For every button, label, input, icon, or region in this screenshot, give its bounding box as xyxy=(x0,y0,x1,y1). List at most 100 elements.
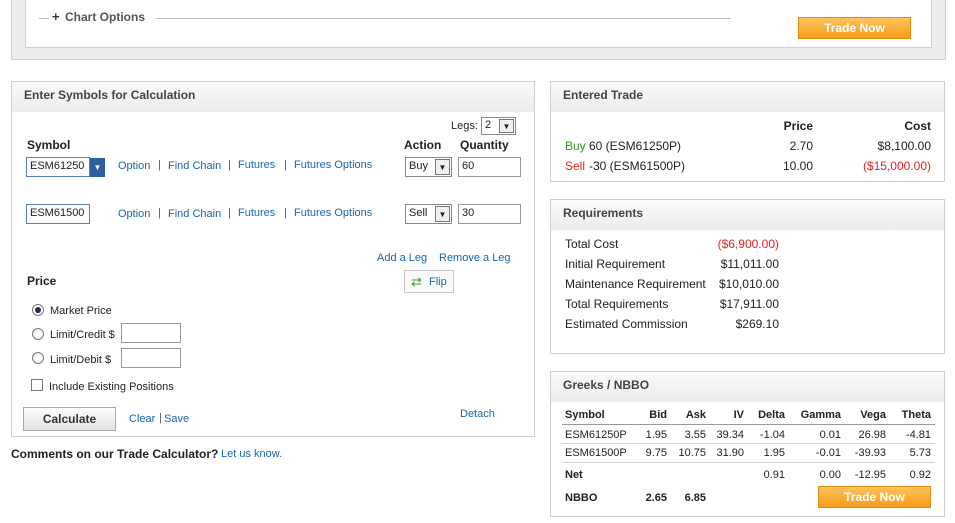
greeks-cell: 31.90 xyxy=(716,447,744,459)
legs-label: Legs: xyxy=(451,120,478,132)
futures-options-link-leg-2[interactable]: Futures Options xyxy=(294,207,372,219)
req-value-maintenance: $10,010.00 xyxy=(718,277,779,291)
comments-prompt: Comments on our Trade Calculator? xyxy=(11,447,219,461)
greeks-cell: 26.98 xyxy=(858,429,886,441)
quantity-input-leg-1[interactable]: 60 xyxy=(458,157,521,177)
action-col-header: Action xyxy=(404,138,442,152)
flip-button[interactable]: ⇄ Flip xyxy=(404,270,454,293)
symbol-input-leg-2[interactable]: ESM61500 xyxy=(26,204,90,224)
trade-cost-leg-1: $8,100.00 xyxy=(877,139,931,153)
chart-options-line-right xyxy=(156,18,731,19)
link-separator: | xyxy=(228,159,231,171)
symbol-lookup-dropdown-icon[interactable]: ▼ xyxy=(90,158,105,177)
greeks-panel: Greeks / NBBO Symbol Bid Ask IV Delta Ga… xyxy=(550,371,945,517)
calculation-panel: Enter Symbols for Calculation Legs: 2 ▼ … xyxy=(11,81,535,437)
add-leg-link[interactable]: Add a Leg xyxy=(377,252,427,264)
trade-price-leg-1: 2.70 xyxy=(789,139,813,153)
nbbo-ask: 6.85 xyxy=(684,492,706,504)
price-section-label: Price xyxy=(27,274,57,288)
find-chain-link-leg-1[interactable]: Find Chain xyxy=(168,160,221,172)
limit-credit-input[interactable] xyxy=(121,323,181,343)
trade-side-sell: Sell xyxy=(565,159,586,173)
entered-trade-title: Entered Trade xyxy=(551,82,944,112)
symbol-value-leg-2: ESM61500 xyxy=(30,207,85,219)
action-value-leg-2: Sell xyxy=(409,207,428,219)
greeks-cell: 10.75 xyxy=(678,447,706,459)
chart-options-toggle-icon[interactable]: + xyxy=(52,9,60,24)
include-positions-checkbox[interactable] xyxy=(31,379,43,391)
trade-now-button-top[interactable]: Trade Now xyxy=(798,17,911,39)
greeks-header-vega: Vega xyxy=(860,409,886,421)
req-value-initial: $11,011.00 xyxy=(720,257,779,271)
nbbo-label: NBBO xyxy=(565,492,598,504)
limit-debit-radio[interactable] xyxy=(32,352,44,364)
futures-link-leg-2[interactable]: Futures xyxy=(238,207,275,219)
greeks-cell: 9.75 xyxy=(645,447,667,459)
greeks-cell: ESM61500P xyxy=(565,447,627,459)
price-col-header: Price xyxy=(783,119,813,133)
option-link-leg-2[interactable]: Option xyxy=(118,208,150,220)
market-price-label: Market Price xyxy=(50,305,112,317)
detach-link[interactable]: Detach xyxy=(460,408,495,420)
trade-desc-leg-1: 60 (ESM61250P) xyxy=(589,139,682,153)
req-value-total-req: $17,911.00 xyxy=(719,297,779,311)
limit-debit-label: Limit/Debit $ xyxy=(50,354,112,366)
greeks-net-vega: -12.95 xyxy=(854,469,886,481)
legs-select[interactable]: 2 ▼ xyxy=(481,117,516,135)
chart-options-line-left xyxy=(39,18,49,19)
clear-link[interactable]: Clear xyxy=(129,413,155,425)
save-link[interactable]: Save xyxy=(164,413,189,425)
remove-leg-link[interactable]: Remove a Leg xyxy=(439,252,511,264)
limit-credit-label: Limit/Credit $ xyxy=(50,329,115,341)
trade-side-buy: Buy xyxy=(565,139,586,153)
trade-now-button-bottom[interactable]: Trade Now xyxy=(818,486,931,508)
greeks-cell: -0.01 xyxy=(815,447,841,459)
futures-link-leg-1[interactable]: Futures xyxy=(238,159,275,171)
market-price-radio[interactable] xyxy=(32,304,44,316)
greeks-header-symbol: Symbol xyxy=(565,409,605,421)
chevron-down-icon: ▼ xyxy=(435,206,450,222)
limit-credit-radio[interactable] xyxy=(32,328,44,340)
link-separator: | xyxy=(284,207,287,219)
entered-trade-panel: Entered Trade Price Cost Buy 60 (ESM6125… xyxy=(550,81,945,182)
greeks-cell: -39.93 xyxy=(854,447,886,459)
nbbo-bid: 2.65 xyxy=(645,492,667,504)
greeks-row-divider xyxy=(562,462,935,463)
action-select-leg-2[interactable]: Sell ▼ xyxy=(405,204,452,224)
greeks-cell: 5.73 xyxy=(909,447,931,459)
trade-price-leg-2: 10.00 xyxy=(782,159,813,173)
req-value-total-cost: ($6,900.00) xyxy=(717,237,779,251)
symbol-input-leg-1[interactable]: ESM61250 xyxy=(26,157,90,177)
action-value-leg-1: Buy xyxy=(409,160,428,172)
greeks-row-divider xyxy=(562,443,935,444)
greeks-cell: 0.01 xyxy=(819,429,841,441)
calculation-panel-title: Enter Symbols for Calculation xyxy=(12,82,534,112)
chart-options-label[interactable]: Chart Options xyxy=(65,10,145,24)
greeks-header-theta: Theta xyxy=(901,409,931,421)
action-select-leg-1[interactable]: Buy ▼ xyxy=(405,157,452,177)
symbol-value-leg-1: ESM61250 xyxy=(30,160,85,172)
greeks-cell: 39.34 xyxy=(716,429,744,441)
greeks-cell: ESM61250P xyxy=(565,429,627,441)
let-us-know-link[interactable]: Let us know. xyxy=(221,448,282,460)
calculate-button[interactable]: Calculate xyxy=(23,407,116,431)
link-separator: | xyxy=(284,159,287,171)
greeks-header-iv: IV xyxy=(733,409,744,421)
greeks-net-theta: 0.92 xyxy=(909,469,931,481)
chevron-down-icon: ▼ xyxy=(435,159,450,175)
trade-cost-leg-2: ($15,000.00) xyxy=(862,159,931,173)
option-link-leg-1[interactable]: Option xyxy=(118,160,150,172)
find-chain-link-leg-2[interactable]: Find Chain xyxy=(168,208,221,220)
greeks-header-divider xyxy=(562,424,935,425)
futures-options-link-leg-1[interactable]: Futures Options xyxy=(294,159,372,171)
symbol-col-header: Symbol xyxy=(27,138,71,152)
chevron-down-icon: ▼ xyxy=(499,119,514,133)
greeks-header-gamma: Gamma xyxy=(800,409,841,421)
quantity-input-leg-2[interactable]: 30 xyxy=(458,204,521,224)
quantity-value-leg-1: 60 xyxy=(462,160,475,172)
quantity-value-leg-2: 30 xyxy=(462,207,475,219)
link-separator: | xyxy=(158,159,161,171)
greeks-cell: -4.81 xyxy=(905,429,931,441)
greeks-net-delta: 0.91 xyxy=(763,469,785,481)
limit-debit-input[interactable] xyxy=(121,348,181,368)
